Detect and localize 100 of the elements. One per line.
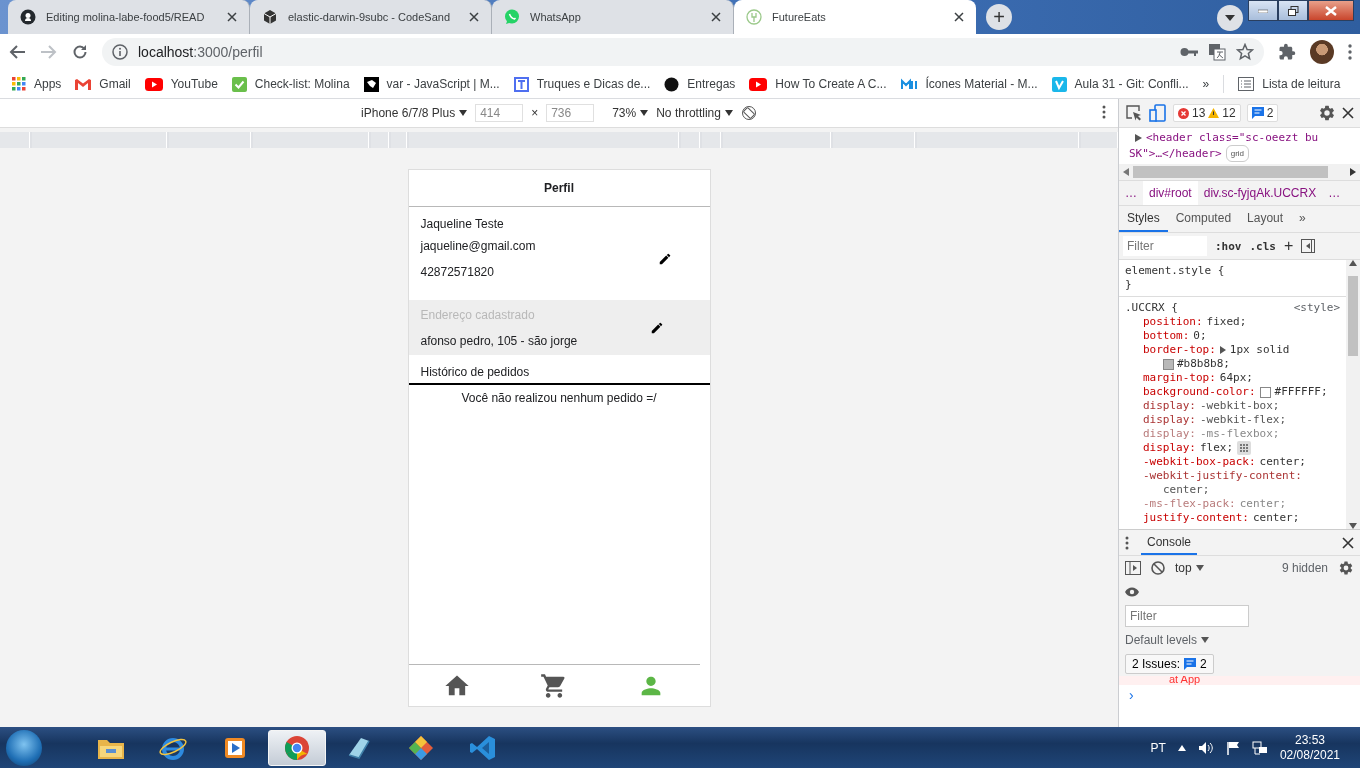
console-prompt[interactable]: › [1129,687,1134,703]
edit-button[interactable] [649,320,664,335]
start-button[interactable] [6,729,42,766]
css-value[interactable]: #FFFFFF; [1274,385,1328,399]
expand-icon[interactable] [1135,133,1142,142]
drawer-tab[interactable]: Console [1141,530,1198,555]
taskbar-app[interactable] [268,729,326,766]
panel-tab[interactable]: Computed [1167,206,1240,232]
filter-field[interactable]: Filter [1123,236,1207,256]
css-value[interactable]: flex; [1200,441,1234,455]
css-property[interactable]: display: [1143,399,1196,413]
css-value[interactable]: 0; [1193,329,1207,343]
more-tabs[interactable]: » [1291,206,1314,232]
css-property[interactable]: position: [1143,315,1203,329]
kebab-menu-icon[interactable] [1102,105,1106,119]
settings-icon[interactable] [1318,104,1336,122]
bookmark[interactable]: Gmail [75,77,131,91]
zoom-dropdown[interactable]: 73% [612,106,649,120]
color-swatch[interactable] [1259,386,1271,398]
tray-arrow-icon[interactable] [1177,744,1186,751]
context-dropdown[interactable]: top [1175,561,1204,575]
more-bookmarks[interactable]: » [1202,77,1210,91]
edit-button[interactable] [657,251,672,266]
translate-icon[interactable] [1208,43,1226,61]
css-property[interactable]: justify-content: [1143,511,1249,525]
css-property[interactable]: -ms-flex-pack: [1143,497,1236,511]
css-value[interactable]: fixed; [1206,315,1247,329]
sidebar-icon[interactable] [1125,561,1141,575]
reading-list[interactable]: Lista de leitura [1238,77,1341,91]
dom-node[interactable]: SK">…</header> [1129,146,1222,161]
filter-field[interactable]: Filter [1125,605,1249,627]
device-dropdown[interactable]: iPhone 6/7/8 Plus [361,106,468,120]
css-property[interactable]: -webkit-justify-content: [1143,469,1302,483]
css-value[interactable]: center; [1239,497,1287,511]
bookmark[interactable]: How To Create A C... [749,77,887,91]
clear-icon[interactable] [1151,561,1165,575]
language-indicator[interactable]: PT [1150,740,1166,755]
levels-dropdown[interactable]: Default levels [1125,633,1210,647]
eye-icon[interactable] [1125,587,1139,597]
breadcrumb[interactable]: div#root [1143,181,1198,205]
kebab-menu-icon[interactable] [1348,44,1352,60]
css-value[interactable]: center; [1163,483,1210,497]
close-icon[interactable] [227,12,237,22]
bookmark[interactable]: Check-list: Molina [231,76,350,92]
css-value[interactable]: 1px solid [1229,343,1290,357]
height-field[interactable]: 736 [546,104,595,122]
css-property[interactable]: margin-top: [1143,371,1216,385]
bookmark[interactable]: Aula 31 - Git: Confli... [1051,76,1189,92]
css-property[interactable]: border-top: [1143,343,1216,357]
new-rule-button[interactable]: + [1284,237,1294,255]
error-count[interactable]: 13 12 [1173,104,1241,122]
css-value[interactable]: #b8b8b8; [1177,357,1230,371]
css-property[interactable]: -webkit-box-pack: [1143,455,1256,469]
browser-tab[interactable]: elastic-darwin-9subc - CodeSand [250,0,492,34]
css-property[interactable]: display: [1143,427,1196,441]
css-property[interactable]: bottom: [1143,329,1190,343]
scrollbar-thumb[interactable] [1348,276,1358,356]
volume-icon[interactable] [1197,740,1214,755]
scrollbar-thumb[interactable] [1133,166,1328,178]
network-icon[interactable] [1251,740,1268,755]
css-value[interactable]: 64px; [1219,371,1253,385]
star-icon[interactable] [1236,43,1254,61]
flex-editor-icon[interactable] [1237,441,1252,455]
breadcrumb[interactable]: div.sc-fyjqAk.UCCRX [1197,181,1323,205]
puzzle-icon[interactable] [1278,43,1296,61]
dom-node[interactable]: <header class="sc-oeezt bu [1146,130,1319,145]
bookmark[interactable]: Ícones Material - M... [900,77,1038,91]
panel-tab[interactable]: Layout [1239,206,1292,232]
css-value[interactable]: -webkit-box; [1200,399,1280,413]
hover-toggle[interactable]: :hov [1215,239,1242,253]
throttling-dropdown[interactable]: No throttling [656,106,733,120]
color-swatch[interactable] [1163,358,1174,370]
minimize-button[interactable] [1248,0,1278,21]
inspect-icon[interactable] [1125,104,1143,122]
issues-button[interactable]: 2 Issues: 2 [1125,654,1214,674]
close-icon[interactable] [1342,107,1354,119]
grid-badge[interactable]: grid [1225,145,1250,162]
new-tab-button[interactable]: + [986,4,1012,30]
browser-tab[interactable]: Editing molina-labe-food5/READ [8,0,250,34]
scroll-right-icon[interactable] [1350,168,1356,176]
style-source-link[interactable]: <style> [1293,301,1340,315]
css-property[interactable]: background-color: [1143,385,1256,399]
kebab-menu-icon[interactable] [1125,535,1129,550]
css-value[interactable]: -webkit-flex; [1200,413,1287,427]
bookmark[interactable]: Entregas [664,76,736,92]
bookmark[interactable]: var - JavaScript | M... [363,76,500,92]
close-button[interactable] [1308,0,1354,21]
reload-icon[interactable] [72,44,88,60]
width-field[interactable]: 414 [475,104,524,122]
css-value[interactable]: -ms-flexbox; [1200,427,1280,441]
key-icon[interactable] [1180,47,1198,57]
css-value[interactable]: center; [1259,455,1306,469]
scroll-left-icon[interactable] [1123,168,1129,176]
avatar[interactable] [1310,40,1334,64]
css-property[interactable]: display: [1143,441,1196,455]
back-icon[interactable] [8,44,26,60]
bookmark[interactable]: YouTube [144,77,218,91]
close-icon[interactable] [711,12,721,22]
expand-icon[interactable] [1219,346,1226,354]
css-value[interactable]: center; [1252,511,1300,525]
